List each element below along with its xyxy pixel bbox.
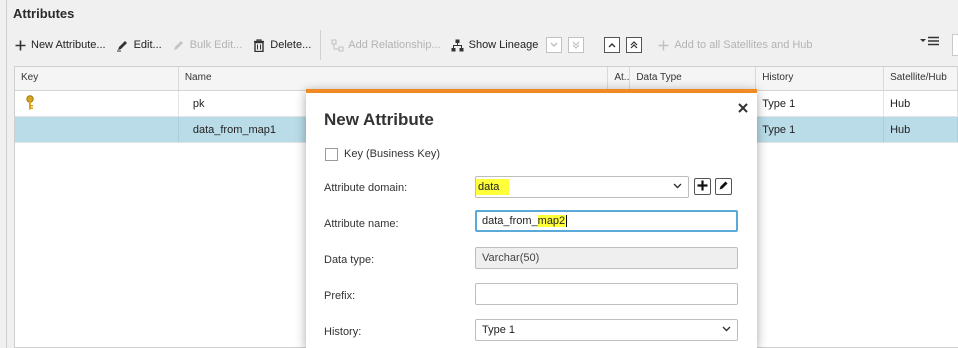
key-cell — [15, 117, 179, 142]
lineage-icon — [451, 38, 465, 52]
plus-icon — [656, 38, 670, 52]
panel-title: Attributes — [13, 6, 75, 21]
history-cell: Type 1 — [756, 117, 885, 142]
add-relationship-label: Add Relationship... — [348, 39, 441, 51]
plus-icon — [697, 180, 708, 194]
toolbar: New Attribute... Edit... Bulk Edit... De… — [8, 30, 958, 60]
text-cursor — [566, 215, 568, 227]
new-attribute-button[interactable]: New Attribute... — [8, 33, 111, 57]
column-header-data-type[interactable]: Data Type — [630, 67, 757, 90]
column-header-satellite-hub[interactable]: Satellite/Hub — [884, 67, 958, 90]
add-to-all-satellites-label: Add to all Satellites and Hub — [674, 39, 813, 51]
attribute-name-text: data_from_ — [482, 215, 538, 227]
pencil-icon — [116, 38, 130, 52]
data-type-field: Varchar(50) — [475, 247, 738, 269]
pencil-icon — [172, 38, 186, 52]
key-cell — [15, 91, 179, 116]
column-header-key[interactable]: Key — [15, 67, 179, 90]
left-panel-edge — [0, 0, 7, 348]
column-header-at[interactable]: At... — [608, 67, 631, 90]
chevron-down-icon — [721, 324, 731, 334]
attribute-domain-label: Attribute domain: — [324, 182, 408, 194]
history-select[interactable]: Type 1 — [475, 319, 738, 341]
attribute-domain-select[interactable]: data — [475, 176, 689, 198]
close-icon[interactable] — [736, 101, 750, 115]
edit-label: Edit... — [133, 39, 162, 51]
column-header-history[interactable]: History — [756, 67, 885, 90]
prefix-label: Prefix: — [324, 290, 356, 302]
attribute-name-label: Attribute name: — [324, 218, 399, 230]
satellite-hub-cell: Hub — [884, 91, 958, 116]
add-relationship-button[interactable]: Add Relationship... — [325, 33, 445, 57]
grid-header: Key Name At... Data Type History Satelli… — [15, 67, 958, 91]
delete-label: Delete... — [270, 39, 312, 51]
attribute-name-input[interactable]: data_from_map2 — [475, 210, 738, 232]
toolbar-edge-control[interactable] — [952, 34, 958, 56]
trash-icon — [252, 38, 266, 52]
bulk-edit-button[interactable]: Bulk Edit... — [167, 33, 248, 57]
add-domain-button[interactable] — [694, 178, 711, 195]
chevron-down-icon — [672, 181, 682, 191]
relationship-icon — [330, 38, 344, 52]
history-value: Type 1 — [482, 324, 516, 336]
toolbar-separator — [320, 30, 322, 60]
move-up-icon[interactable] — [604, 37, 621, 53]
data-type-label: Data type: — [324, 254, 375, 266]
add-to-all-satellites-button[interactable]: Add to all Satellites and Hub — [651, 33, 817, 57]
new-attribute-label: New Attribute... — [31, 39, 106, 51]
bulk-edit-label: Bulk Edit... — [189, 39, 243, 51]
toolbar-separator — [591, 36, 597, 54]
new-attribute-dialog: New Attribute Key (Business Key) Attribu… — [306, 89, 757, 348]
key-checkbox[interactable] — [325, 148, 338, 161]
show-lineage-label: Show Lineage — [468, 39, 539, 51]
move-down-icon[interactable] — [546, 37, 563, 53]
satellite-hub-cell: Hub — [884, 117, 958, 142]
attribute-domain-value: data — [476, 179, 510, 195]
history-cell: Type 1 — [756, 91, 885, 116]
column-header-name[interactable]: Name — [179, 67, 609, 90]
plus-icon — [13, 38, 27, 52]
move-to-bottom-icon[interactable] — [568, 37, 585, 53]
show-lineage-button[interactable]: Show Lineage — [446, 33, 544, 57]
edit-domain-button[interactable] — [715, 178, 732, 195]
toolbar-overflow-menu[interactable] — [920, 36, 940, 49]
delete-button[interactable]: Delete... — [247, 33, 316, 57]
dialog-title: New Attribute — [324, 110, 434, 129]
pencil-icon — [718, 180, 729, 194]
key-icon — [25, 95, 35, 114]
history-label: History: — [324, 326, 362, 338]
attribute-name-highlight: map2 — [537, 215, 566, 227]
prefix-input[interactable] — [475, 283, 738, 305]
menu-icon — [920, 36, 940, 49]
edit-button[interactable]: Edit... — [111, 33, 167, 57]
move-to-top-icon[interactable] — [626, 37, 643, 53]
key-checkbox-label: Key (Business Key) — [344, 148, 440, 160]
